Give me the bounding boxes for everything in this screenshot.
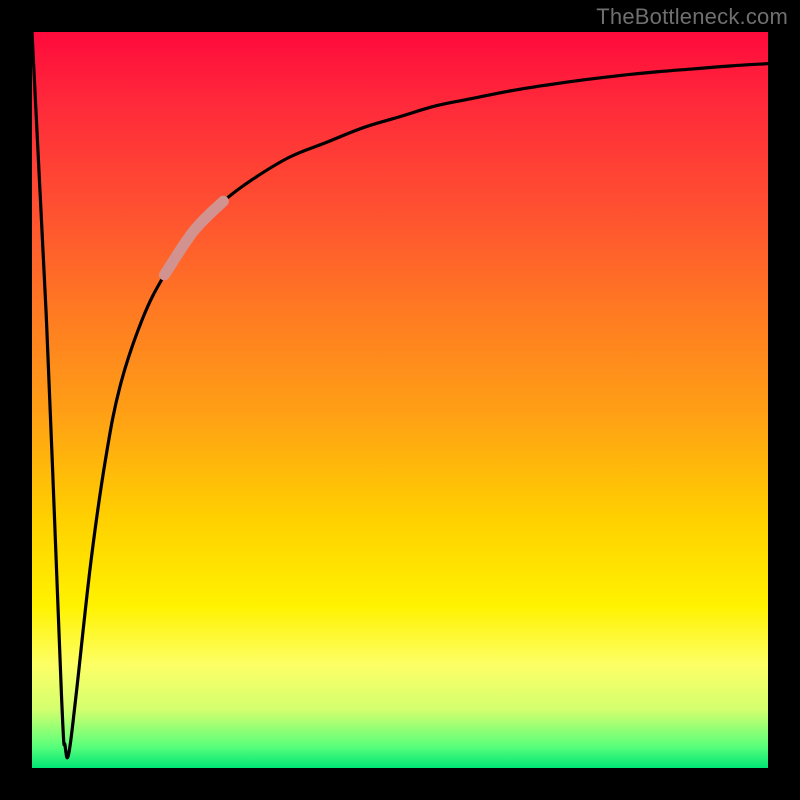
curve-path <box>32 32 768 758</box>
plot-area <box>32 32 768 768</box>
chart-frame: TheBottleneck.com <box>0 0 800 800</box>
curve-highlight <box>164 201 223 275</box>
bottleneck-curve <box>32 32 768 768</box>
watermark-text: TheBottleneck.com <box>596 4 788 30</box>
